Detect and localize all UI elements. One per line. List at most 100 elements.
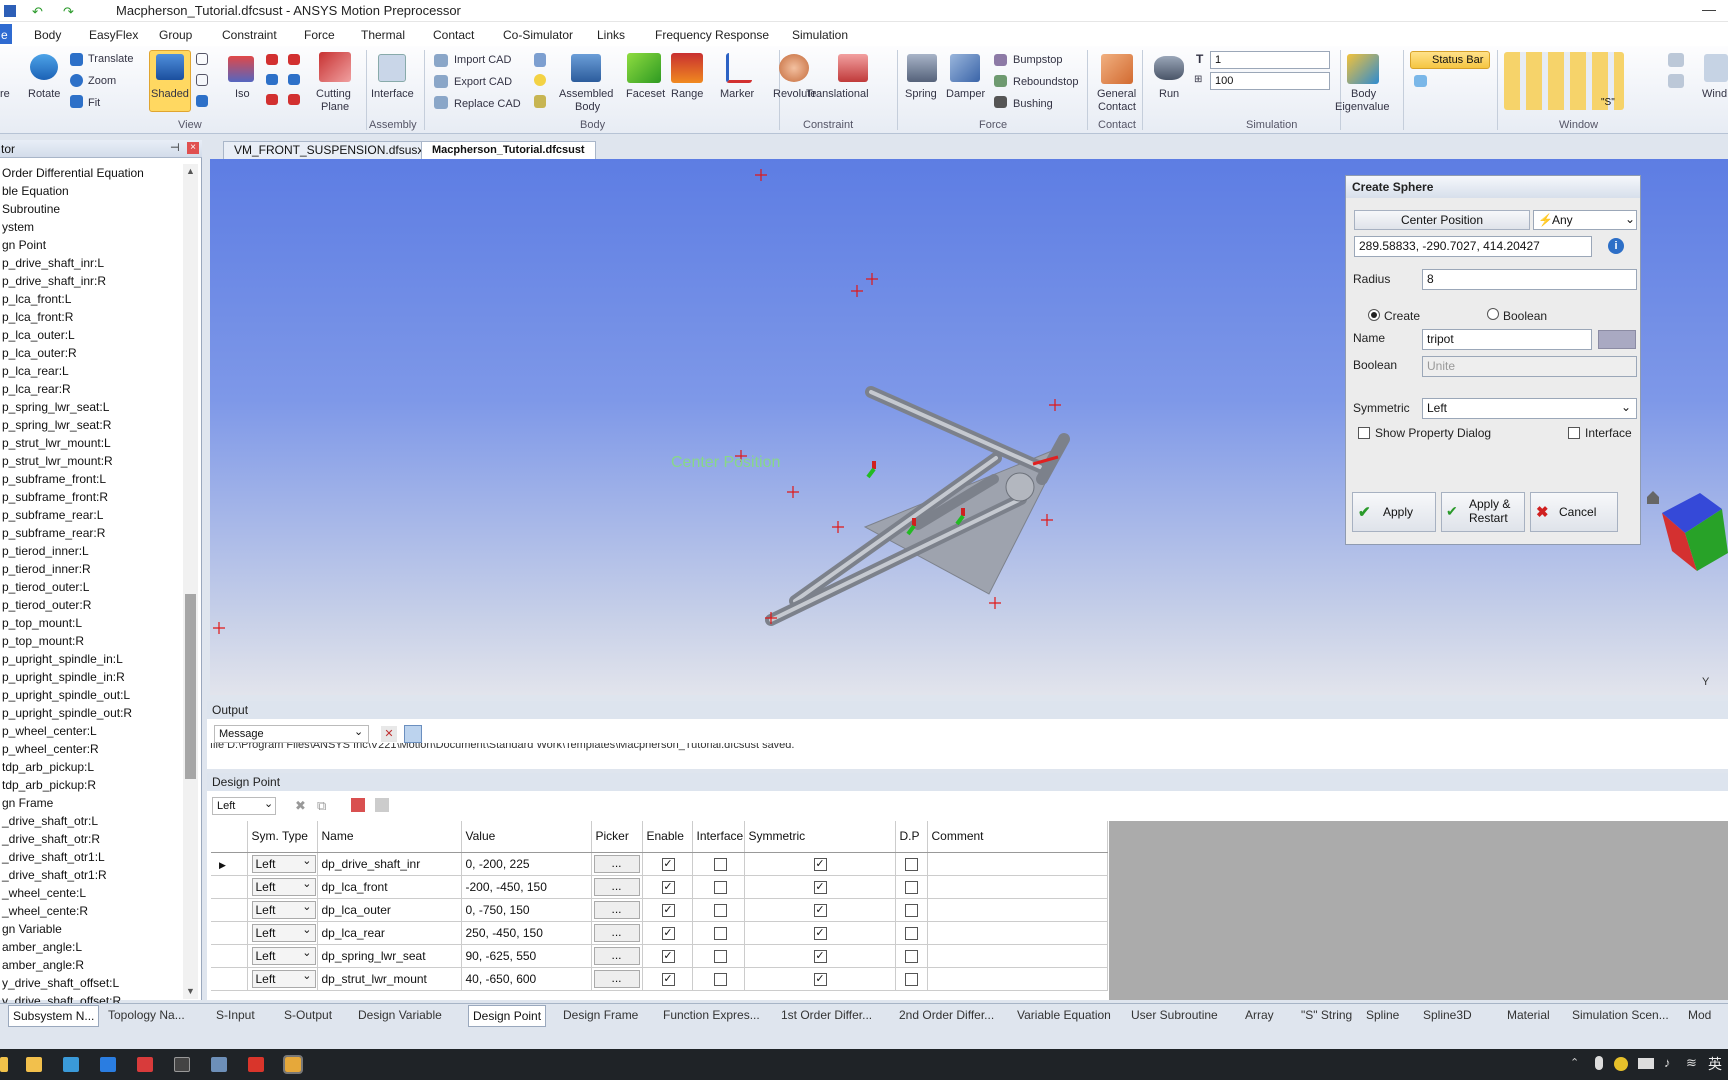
- dp-checkbox[interactable]: [904, 857, 918, 871]
- enable-cell[interactable]: ✓: [642, 875, 693, 899]
- col-dp[interactable]: D.P: [895, 821, 928, 853]
- rotate-button[interactable]: Rotate: [28, 88, 60, 100]
- interface-button[interactable]: Interface: [371, 88, 414, 100]
- tree-item[interactable]: p_lca_rear:R: [0, 380, 182, 398]
- name-cell[interactable]: dp_lca_outer: [317, 898, 462, 922]
- menu-file[interactable]: e: [1, 28, 8, 42]
- col-comment[interactable]: Comment: [927, 821, 1108, 853]
- dp-cell[interactable]: [895, 921, 928, 945]
- save-icon[interactable]: [4, 5, 16, 17]
- volume-icon[interactable]: ♪: [1664, 1055, 1671, 1070]
- tree-item[interactable]: Subroutine: [0, 200, 182, 218]
- radius-input[interactable]: 8: [1422, 269, 1637, 290]
- tree-item[interactable]: p_strut_lwr_mount:R: [0, 452, 182, 470]
- assembled-body-label-1[interactable]: Assembled: [559, 88, 613, 100]
- cutting-plane-label-1[interactable]: Cutting: [316, 88, 351, 100]
- tree-item[interactable]: p_upright_spindle_in:R: [0, 668, 182, 686]
- row-header-cell[interactable]: [211, 944, 248, 968]
- bottom-tab[interactable]: S-Output: [284, 1008, 332, 1022]
- run-button[interactable]: Run: [1159, 88, 1179, 100]
- tree-item[interactable]: _wheel_cente:R: [0, 902, 182, 920]
- app-icon[interactable]: [248, 1057, 264, 1072]
- menu-force[interactable]: Force: [304, 28, 335, 42]
- view-right-icon[interactable]: [288, 74, 300, 85]
- shaded-edge-icon[interactable]: [196, 95, 208, 107]
- center-position-button[interactable]: Center Position: [1354, 210, 1530, 230]
- faceset-icon[interactable]: [627, 53, 661, 83]
- sym-type-select[interactable]: Left: [251, 922, 316, 942]
- table-row[interactable]: Left dp_spring_lwr_seat90, -625, 550... ✓ ✓: [211, 944, 1108, 968]
- scroll-down-icon[interactable]: ▼: [186, 986, 195, 996]
- tray-app-icon[interactable]: [1614, 1057, 1628, 1071]
- interface-cell[interactable]: [692, 921, 745, 945]
- symmetric-cell[interactable]: ✓: [744, 852, 896, 876]
- interface-checkbox[interactable]: [713, 903, 727, 917]
- picker-cell[interactable]: ...: [591, 852, 643, 876]
- symmetric-cell[interactable]: ✓: [744, 898, 896, 922]
- name-cell[interactable]: dp_drive_shaft_inr: [317, 852, 462, 876]
- cancel-button[interactable]: ✖ Cancel: [1530, 492, 1618, 532]
- col-interface[interactable]: Interface: [692, 821, 745, 853]
- vertical-scrollbar[interactable]: ▲ ▼: [183, 164, 198, 999]
- damper-button[interactable]: Damper: [946, 88, 985, 100]
- dp-cell[interactable]: [895, 967, 928, 991]
- comment-cell[interactable]: [927, 852, 1108, 876]
- row-header-cell[interactable]: ▶: [211, 852, 248, 876]
- sym-type-cell[interactable]: Left: [247, 921, 318, 945]
- iso-icon[interactable]: [228, 56, 254, 82]
- picker-cell[interactable]: ...: [591, 921, 643, 945]
- picker-button[interactable]: ...: [593, 854, 640, 873]
- interface-checkbox[interactable]: [713, 857, 727, 871]
- tree-item[interactable]: p_lca_outer:L: [0, 326, 182, 344]
- symmetric-checkbox[interactable]: ✓: [813, 972, 827, 986]
- tree-item[interactable]: p_tierod_outer:R: [0, 596, 182, 614]
- clear-output-icon[interactable]: ✕: [381, 726, 397, 742]
- tree-item[interactable]: tdp_arb_pickup:L: [0, 758, 182, 776]
- row-header-cell[interactable]: [211, 967, 248, 991]
- iso-button[interactable]: Iso: [235, 88, 250, 100]
- value-cell[interactable]: -200, -450, 150: [461, 875, 592, 899]
- sym-type-cell[interactable]: Left: [247, 852, 318, 876]
- tree-item[interactable]: p_subframe_rear:R: [0, 524, 182, 542]
- dp-checkbox[interactable]: [904, 949, 918, 963]
- zoom-button[interactable]: Zoom: [88, 75, 116, 87]
- tree-item[interactable]: p_wheel_center:R: [0, 740, 182, 758]
- marker-icon[interactable]: [726, 53, 752, 83]
- col-value[interactable]: Value: [461, 821, 592, 853]
- tree-item[interactable]: _wheel_cente:L: [0, 884, 182, 902]
- menu-contact[interactable]: Contact: [433, 28, 474, 42]
- tree-item[interactable]: gn Frame: [0, 794, 182, 812]
- name-cell[interactable]: dp_lca_rear: [317, 921, 462, 945]
- cutting-plane-label-2[interactable]: Plane: [321, 101, 349, 113]
- dp-cell[interactable]: [895, 898, 928, 922]
- interface-cell[interactable]: [692, 852, 745, 876]
- enable-cell[interactable]: ✓: [642, 921, 693, 945]
- run-icon[interactable]: [1154, 56, 1184, 80]
- fit-button[interactable]: Fit: [88, 97, 100, 109]
- menu-easyflex[interactable]: EasyFlex: [89, 28, 138, 42]
- box-icon[interactable]: [534, 95, 546, 108]
- interface-checkbox[interactable]: [713, 880, 727, 894]
- faceset-button[interactable]: Faceset: [626, 88, 665, 100]
- status-bar-button[interactable]: Status Bar: [1432, 54, 1483, 66]
- undo-icon[interactable]: ↶: [32, 4, 43, 20]
- bottom-tab[interactable]: Spline: [1366, 1008, 1399, 1022]
- value-cell[interactable]: 0, -200, 225: [461, 852, 592, 876]
- value-cell[interactable]: 250, -450, 150: [461, 921, 592, 945]
- row-header-cell[interactable]: [211, 921, 248, 945]
- app-icon[interactable]: [137, 1057, 153, 1072]
- row-header-cell[interactable]: [211, 875, 248, 899]
- bottom-tab[interactable]: 1st Order Differ...: [781, 1008, 872, 1022]
- view-left-icon[interactable]: [266, 74, 278, 85]
- start-icon[interactable]: [0, 1057, 8, 1072]
- symmetric-checkbox[interactable]: ✓: [813, 926, 827, 940]
- rotate-icon[interactable]: [30, 54, 58, 80]
- ansys-motion-icon[interactable]: [283, 1055, 303, 1074]
- bottom-tab[interactable]: Material: [1507, 1008, 1550, 1022]
- body-eigenvalue-label-2[interactable]: Eigenvalue: [1335, 101, 1389, 113]
- tree-item[interactable]: p_subframe_front:L: [0, 470, 182, 488]
- delete-row-icon[interactable]: ✖: [295, 798, 306, 814]
- bottom-tab[interactable]: Spline3D: [1423, 1008, 1472, 1022]
- boolean-radio[interactable]: [1487, 308, 1499, 320]
- dp-cell[interactable]: [895, 852, 928, 876]
